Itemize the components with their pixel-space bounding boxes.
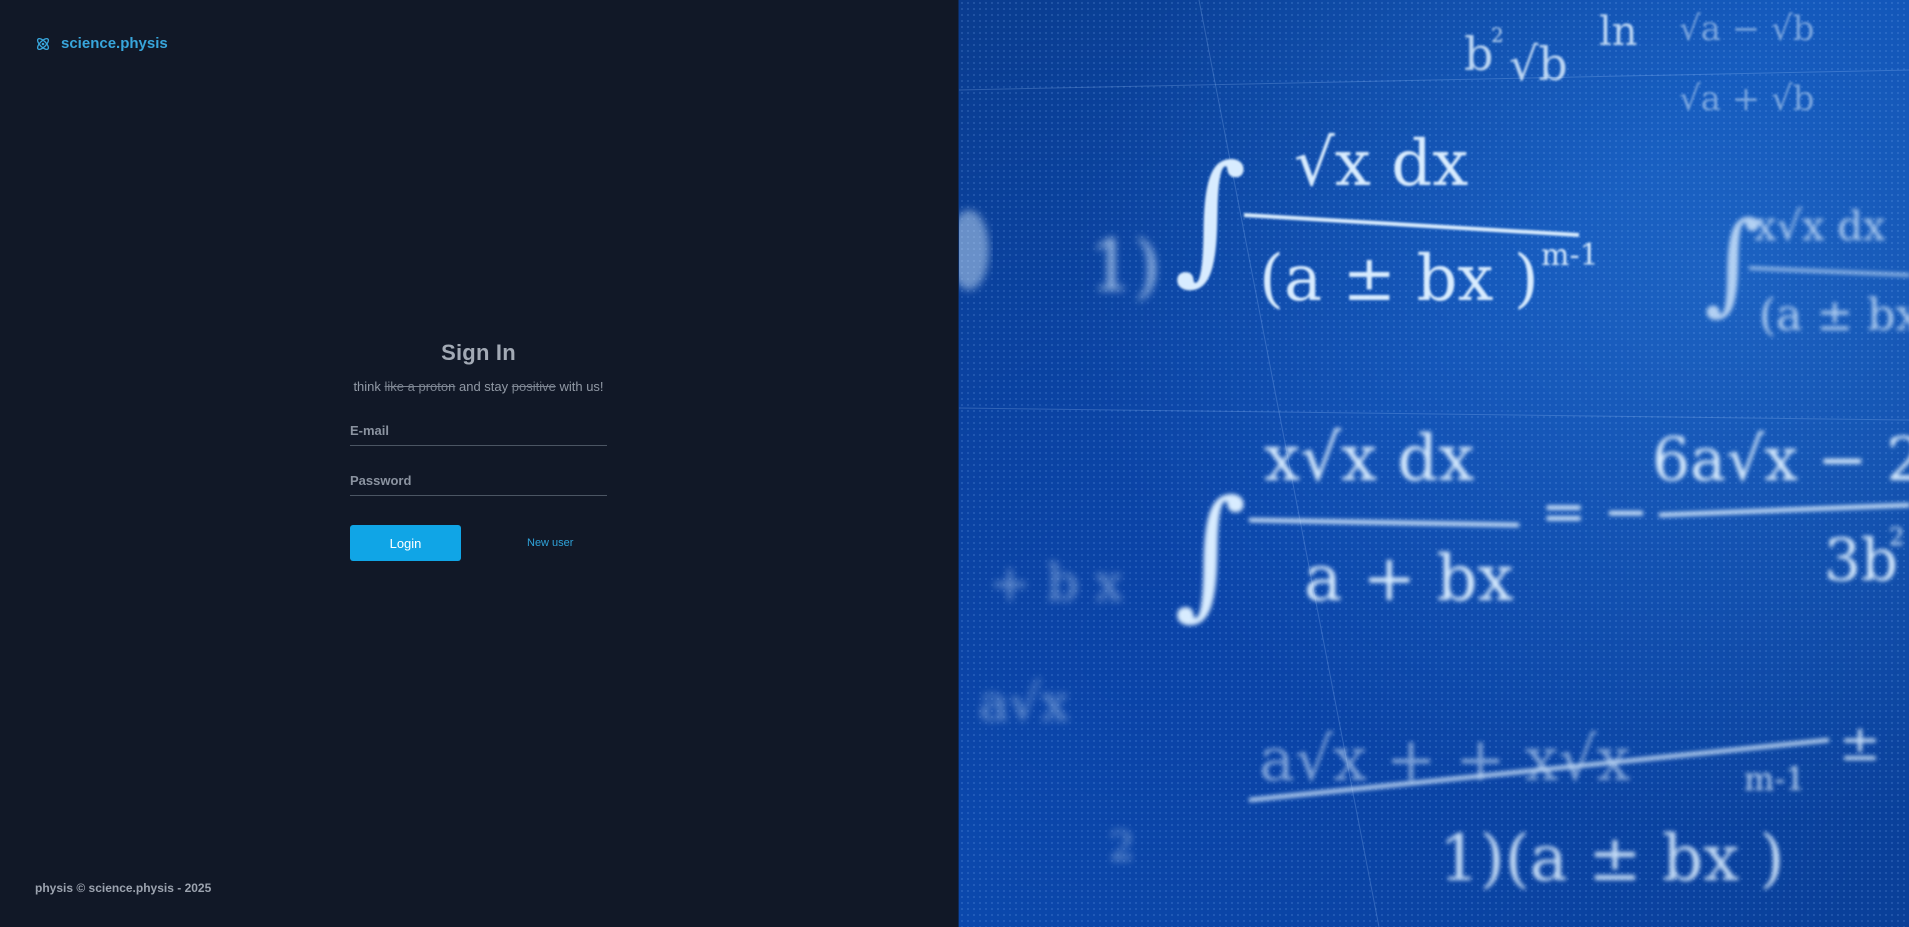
svg-text:√a + √b: √a + √b: [1679, 79, 1814, 119]
svg-text:= −: = −: [1541, 480, 1649, 543]
brand-name: science.physis: [61, 35, 168, 52]
atom-icon: [35, 36, 51, 52]
svg-text:1)(a ± bx ): 1)(a ± bx ): [1439, 822, 1785, 896]
footer-copyright: physis © science.physis - 2025: [35, 881, 212, 895]
svg-text:√a − √b: √a − √b: [1679, 9, 1814, 49]
svg-text:m-1: m-1: [1541, 238, 1599, 273]
password-field[interactable]: [350, 468, 607, 492]
svg-text:2: 2: [1889, 523, 1904, 551]
email-field-wrapper: [350, 418, 607, 446]
svg-text:x√x dx: x√x dx: [1754, 204, 1886, 250]
svg-text:1): 1): [1089, 225, 1161, 307]
svg-text:3b: 3b: [1824, 526, 1898, 594]
svg-text:m-1: m-1: [1744, 760, 1806, 798]
tagline-mid: and stay: [458, 379, 509, 394]
svg-text:√b: √b: [1509, 37, 1568, 91]
brand-logo[interactable]: science.physis: [35, 35, 168, 52]
tagline-end: with us!: [559, 379, 604, 394]
new-user-link[interactable]: New user: [527, 537, 573, 549]
svg-text:6a√x − 2b: 6a√x − 2b: [1652, 425, 1909, 495]
svg-text:b: b: [1464, 27, 1493, 81]
svg-text:∫: ∫: [1174, 471, 1247, 634]
svg-text:(a ± bx: (a ± bx: [1759, 290, 1909, 341]
tagline-think: think: [353, 379, 381, 394]
svg-text:a√x + + x√x: a√x + + x√x: [1259, 725, 1631, 795]
svg-text:2: 2: [1109, 824, 1134, 870]
tagline-strike-positive: positive: [511, 379, 556, 394]
signin-form: Sign In think like a proton and stay pos…: [350, 340, 607, 561]
svg-text:∫: ∫: [1174, 136, 1247, 299]
svg-text:(a ± bx ): (a ± bx ): [1259, 242, 1539, 316]
svg-text:ln: ln: [1599, 9, 1638, 55]
form-actions: Login New user: [350, 525, 607, 561]
password-field-wrapper: [350, 468, 607, 496]
login-page: science.physis Sign In think like a prot…: [0, 0, 1909, 927]
email-field[interactable]: [350, 418, 607, 442]
svg-text:x√x dx: x√x dx: [1264, 422, 1474, 496]
svg-text:a + bx: a + bx: [1304, 542, 1514, 616]
svg-text:+ b x: + b x: [989, 554, 1123, 612]
svg-text:2: 2: [1491, 23, 1504, 47]
tagline-strike-proton: like a proton: [384, 379, 456, 394]
math-formulas-illustration: b 2 √b ln √a − √b √a + √b ∫ √x dx (a ± b…: [958, 0, 1909, 927]
signin-tagline: think like a proton and stay positive wi…: [350, 378, 607, 396]
svg-text:±: ±: [1839, 714, 1881, 772]
svg-text:√x dx: √x dx: [1294, 127, 1468, 201]
svg-text:a√x: a√x: [979, 674, 1069, 732]
svg-text:∫: ∫: [1704, 198, 1761, 326]
login-panel: science.physis Sign In think like a prot…: [0, 0, 958, 927]
math-background-image: b 2 √b ln √a − √b √a + √b ∫ √x dx (a ± b…: [957, 0, 1909, 927]
signin-title: Sign In: [441, 340, 516, 365]
login-button[interactable]: Login: [350, 525, 461, 561]
